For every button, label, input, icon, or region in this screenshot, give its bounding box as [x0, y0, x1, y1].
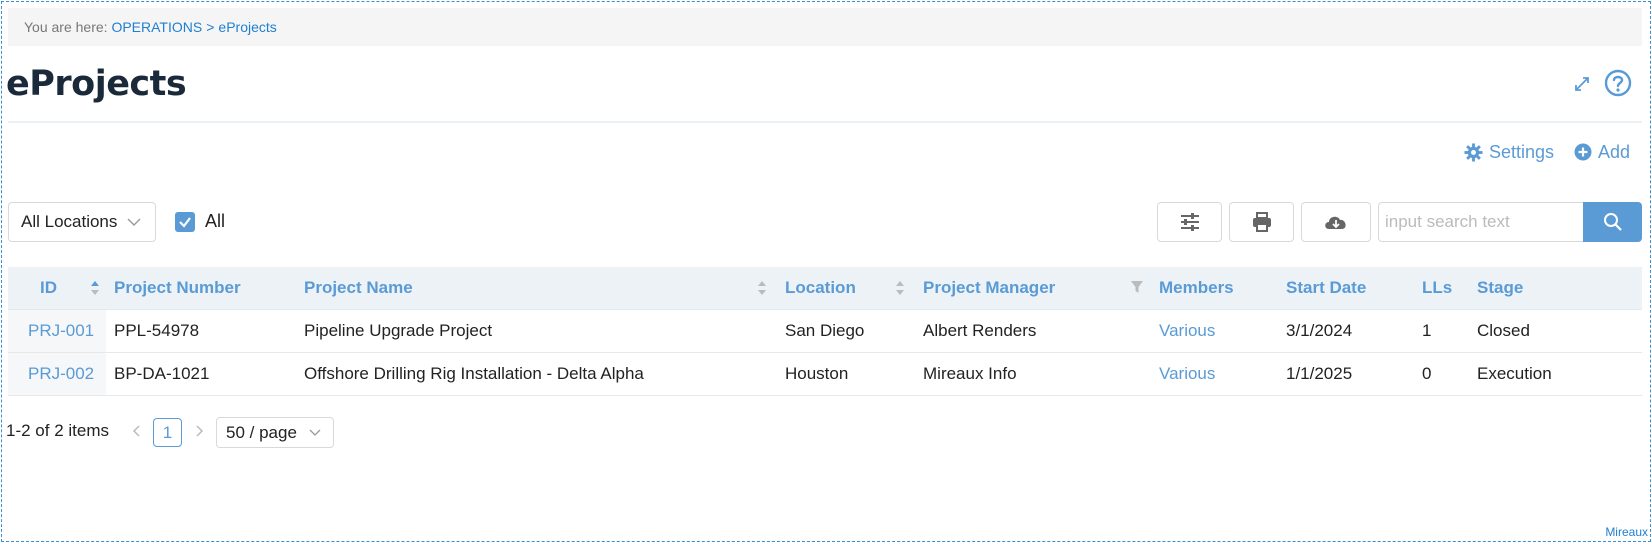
- location-select-value: All Locations: [21, 212, 118, 231]
- search-icon: [1603, 213, 1622, 231]
- gear-icon: [1464, 142, 1483, 162]
- settings-label: Settings: [1489, 141, 1555, 162]
- download-button[interactable]: [1301, 202, 1371, 242]
- chevron-down-icon: [309, 429, 321, 436]
- title-divider: [8, 121, 1642, 123]
- cell-project-manager: Albert Renders: [923, 320, 1037, 340]
- table-row[interactable]: PRJ-001 PPL-54978 Pipeline Upgrade Proje…: [8, 309, 1642, 352]
- expand-icon[interactable]: [1572, 74, 1592, 94]
- breadcrumb: You are here: OPERATIONS > eProjects: [8, 8, 1642, 46]
- cell-id[interactable]: PRJ-002: [8, 352, 106, 395]
- sort-icon: [896, 281, 904, 295]
- page-size-value: 50 / page: [226, 423, 297, 442]
- settings-button[interactable]: Settings: [1464, 140, 1554, 164]
- add-button[interactable]: Add: [1574, 140, 1630, 164]
- sort-icon: [758, 281, 766, 295]
- cloud-download-icon: [1325, 216, 1346, 229]
- pagination-total: 1-2 of 2 items: [6, 421, 109, 440]
- sort-icon: [91, 281, 99, 295]
- cell-members[interactable]: Various: [1151, 352, 1278, 395]
- cell-members[interactable]: Various: [1151, 309, 1278, 352]
- breadcrumb-separator: >: [206, 19, 215, 35]
- column-header-lls[interactable]: LLs: [1414, 267, 1469, 310]
- chevron-down-icon: [127, 218, 141, 226]
- members-link[interactable]: Various: [1159, 364, 1215, 383]
- page-title: eProjects: [6, 64, 187, 104]
- help-icon[interactable]: [1604, 69, 1632, 97]
- search-input[interactable]: [1378, 202, 1584, 242]
- filter-icon[interactable]: [1131, 280, 1143, 294]
- column-header-start-date[interactable]: Start Date: [1278, 267, 1414, 310]
- column-header-project-name[interactable]: Project Name: [296, 267, 777, 310]
- cell-project-name: Pipeline Upgrade Project: [304, 320, 493, 340]
- breadcrumb-operations[interactable]: OPERATIONS: [111, 19, 202, 35]
- page-size-select[interactable]: 50 / page: [216, 417, 334, 448]
- location-select[interactable]: All Locations: [8, 202, 156, 242]
- members-link[interactable]: Various: [1159, 321, 1215, 340]
- cell-lls: 1: [1422, 320, 1432, 340]
- cell-project-manager: Mireaux Info: [923, 363, 1017, 383]
- cell-lls: 0: [1422, 363, 1432, 383]
- plus-circle-icon: [1574, 143, 1592, 161]
- check-icon: [179, 217, 191, 228]
- search-button[interactable]: [1583, 202, 1642, 242]
- pagination-page-1[interactable]: 1: [153, 418, 182, 447]
- chevron-left-icon[interactable]: [130, 420, 144, 442]
- print-button[interactable]: [1229, 202, 1294, 242]
- sliders-icon: [1180, 213, 1199, 231]
- all-checkbox[interactable]: [175, 212, 195, 232]
- column-header-project-manager[interactable]: Project Manager: [915, 267, 1151, 310]
- cell-id[interactable]: PRJ-001: [8, 309, 106, 352]
- column-header-location[interactable]: Location: [777, 267, 915, 310]
- table-row[interactable]: PRJ-002 BP-DA-1021 Offshore Drilling Rig…: [8, 352, 1642, 395]
- footer-brand-link[interactable]: Mireaux: [1605, 525, 1648, 539]
- projects-table: ID Project Number Project Name Location …: [8, 267, 1642, 396]
- cell-stage: Closed: [1477, 320, 1530, 340]
- breadcrumb-prefix: You are here:: [24, 19, 108, 35]
- cell-start-date: 3/1/2024: [1286, 320, 1353, 340]
- column-filter-button[interactable]: [1157, 202, 1222, 242]
- project-id-link[interactable]: PRJ-001: [28, 321, 94, 340]
- table-header-row: ID Project Number Project Name Location …: [8, 267, 1642, 310]
- cell-project-name: Offshore Drilling Rig Installation - Del…: [304, 363, 644, 383]
- column-header-id[interactable]: ID: [8, 267, 106, 310]
- all-checkbox-label: All: [205, 211, 226, 231]
- column-header-project-number[interactable]: Project Number: [106, 267, 296, 310]
- project-id-link[interactable]: PRJ-002: [28, 364, 94, 383]
- cell-start-date: 1/1/2025: [1286, 363, 1353, 383]
- column-header-stage[interactable]: Stage: [1469, 267, 1642, 310]
- cell-location: Houston: [785, 363, 849, 383]
- cell-project-number: PPL-54978: [114, 320, 200, 340]
- cell-stage: Execution: [1477, 363, 1552, 383]
- add-label: Add: [1598, 141, 1631, 162]
- cell-project-number: BP-DA-1021: [114, 363, 210, 383]
- column-header-members[interactable]: Members: [1151, 267, 1278, 310]
- breadcrumb-eprojects[interactable]: eProjects: [218, 19, 276, 35]
- cell-location: San Diego: [785, 320, 865, 340]
- chevron-right-icon[interactable]: [192, 420, 206, 442]
- print-icon: [1252, 212, 1271, 232]
